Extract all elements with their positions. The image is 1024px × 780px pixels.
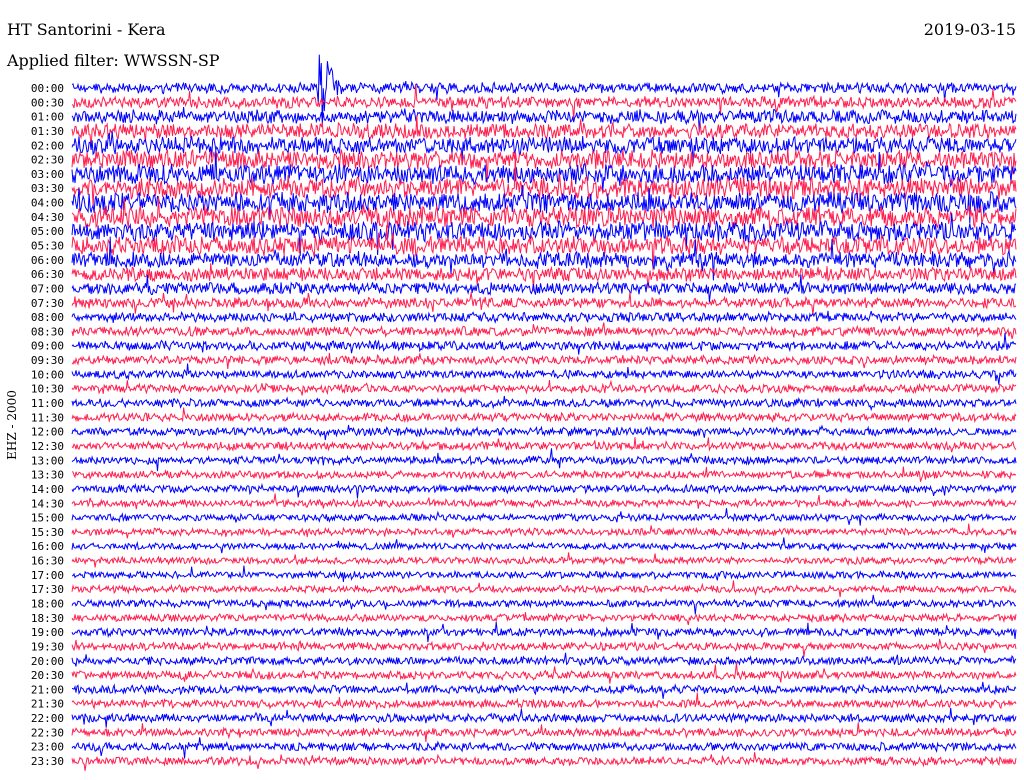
trace-line (71, 424, 1017, 441)
row-time-label: 13:30 (31, 469, 64, 482)
row-time-label: 01:30 (31, 125, 64, 138)
trace-line (71, 692, 1017, 711)
trace-line (71, 580, 1017, 598)
row-time-label: 20:00 (31, 655, 64, 668)
trace-line (71, 662, 1017, 684)
row-time-label: 03:30 (31, 182, 64, 195)
chart-date: 2019-03-15 (924, 20, 1016, 39)
row-time-label: 11:30 (31, 411, 64, 424)
trace-line (71, 291, 1017, 316)
trace-line (71, 612, 1017, 626)
row-time-label: 09:30 (31, 354, 64, 367)
y-axis-label: EHZ - 2000 (5, 390, 19, 460)
row-time-label: 08:30 (31, 325, 64, 338)
row-time-label: 14:00 (31, 483, 64, 496)
row-time-label: 07:30 (31, 297, 64, 310)
trace-line (71, 722, 1017, 742)
trace-line (71, 737, 1017, 759)
filter-label: Applied filter: WWSSN-SP (6, 51, 220, 70)
row-time-label: 23:00 (31, 741, 64, 754)
row-time-label: 02:30 (31, 154, 64, 167)
trace-line (71, 352, 1017, 370)
row-time-label: 21:30 (31, 698, 64, 711)
row-time-label: 13:00 (31, 454, 64, 467)
row-label-group: 00:0000:30 01:0001:3002:00 02:3003:0003:30… (31, 82, 64, 768)
trace-line (71, 274, 1017, 303)
trace-group (71, 54, 1017, 771)
trace-line (71, 752, 1017, 771)
row-time-label: 06:30 (31, 268, 64, 281)
row-time-label: 00:00 (31, 82, 64, 95)
row-time-label: 06:00 (31, 254, 64, 267)
row-time-label: 11:00 (31, 397, 64, 410)
row-time-label: 18:00 (31, 597, 64, 610)
row-time-label: 20:30 (31, 669, 64, 682)
trace-line (71, 552, 1017, 568)
row-time-label: 09:00 (31, 340, 64, 353)
row-time-label: 10:30 (31, 383, 64, 396)
row-time-label: 16:00 (31, 540, 64, 553)
row-time-label: 10:00 (31, 368, 64, 381)
row-time-label: 05:00 (31, 225, 64, 238)
trace-line (71, 363, 1017, 385)
row-time-label: 05:30 (31, 240, 64, 253)
row-time-label: 19:30 (31, 640, 64, 653)
trace-line (71, 310, 1017, 324)
row-time-label: 23:30 (31, 755, 64, 768)
row-time-label: 01:00 (31, 111, 64, 124)
row-time-label: 08:00 (31, 311, 64, 324)
row-time-label: 12:30 (31, 440, 64, 453)
trace-line (71, 652, 1017, 667)
trace-line (71, 482, 1017, 499)
trace-line (71, 213, 1017, 257)
helicorder-chart: HT Santorini - Kera 2019-03-15 Applied f… (5, 20, 1017, 771)
row-time-label: 12:00 (31, 426, 64, 439)
trace-line (71, 707, 1017, 728)
trace-line (71, 565, 1017, 582)
trace-line (71, 395, 1017, 412)
row-time-label: 22:00 (31, 712, 64, 725)
row-time-label: 02:00 (31, 139, 64, 152)
row-time-label: 04:00 (31, 197, 64, 210)
row-time-label: 07:00 (31, 282, 64, 295)
trace-line (71, 523, 1017, 539)
row-time-label: 04:30 (31, 211, 64, 224)
row-time-label: 03:00 (31, 168, 64, 181)
row-time-label: 21:00 (31, 683, 64, 696)
row-time-label: 14:30 (31, 497, 64, 510)
trace-line (71, 437, 1017, 453)
chart-title: HT Santorini - Kera (7, 20, 166, 39)
row-time-label: 16:30 (31, 555, 64, 568)
trace-line (71, 508, 1017, 526)
trace-line (71, 681, 1017, 699)
trace-line (71, 621, 1017, 643)
row-time-label: 17:00 (31, 569, 64, 582)
row-time-label: 18:30 (31, 612, 64, 625)
trace-line (71, 333, 1017, 355)
trace-line (71, 322, 1017, 340)
trace-line (71, 466, 1017, 482)
row-time-label: 17:30 (31, 583, 64, 596)
trace-line (71, 379, 1017, 396)
row-time-label: 15:30 (31, 526, 64, 539)
trace-line (71, 638, 1017, 657)
trace-line (71, 493, 1017, 510)
trace-line (71, 448, 1017, 472)
row-time-label: 19:00 (31, 626, 64, 639)
trace-line (71, 407, 1017, 424)
row-time-label: 15:00 (31, 512, 64, 525)
row-time-label: 22:30 (31, 726, 64, 739)
trace-line (71, 594, 1017, 615)
row-time-label: 00:30 (31, 96, 64, 109)
trace-line (71, 537, 1017, 554)
